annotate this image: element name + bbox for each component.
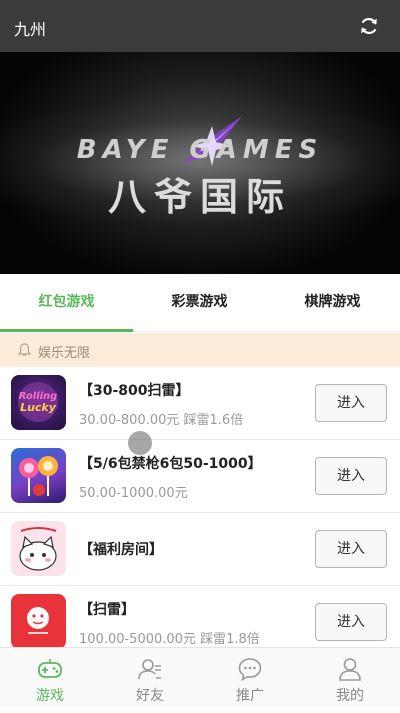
nav-promote[interactable]: 推广: [200, 648, 300, 708]
refresh-icon[interactable]: [358, 15, 380, 37]
game-name: 【福利房间】: [79, 542, 163, 558]
nav-mine[interactable]: 我的: [300, 648, 400, 708]
category-tabs: 红包游戏 彩票游戏 棋牌游戏: [0, 274, 400, 332]
active-tab-indicator: [0, 329, 133, 332]
lucky-game-thumbnail: Rolling Lucky: [11, 375, 66, 430]
touch-indicator: [128, 431, 152, 455]
enter-button[interactable]: 进入: [315, 457, 387, 495]
red-minesweeper-thumbnail: [11, 594, 66, 649]
app-title: 九州: [14, 20, 47, 39]
bottom-nav: 游戏 好友 推广 我的: [0, 647, 400, 707]
nav-label: 好友: [136, 688, 164, 704]
game-stake-range: 50.00-1000.00元: [79, 486, 188, 501]
chat-bubble-icon: [238, 658, 262, 682]
list-item: Rolling Lucky 【30-800扫雷】 30.00-800.00元 踩…: [0, 367, 400, 440]
user-icon: [339, 658, 361, 681]
banner-logo-chinese: 八爷国际: [107, 174, 292, 219]
svg-text:Lucky: Lucky: [20, 401, 57, 414]
nav-label: 推广: [236, 688, 264, 704]
game-list: Rolling Lucky 【30-800扫雷】 30.00-800.00元 踩…: [0, 367, 400, 659]
promo-banner[interactable]: BAYE GAMES 八爷国际: [0, 52, 400, 274]
list-item: 【5/6包禁枪6包50-1000】 50.00-1000.00元 进入: [0, 440, 400, 513]
nav-friends[interactable]: 好友: [100, 648, 200, 708]
enter-button[interactable]: 进入: [315, 530, 387, 568]
candy-game-thumbnail: [11, 448, 66, 503]
enter-button[interactable]: 进入: [315, 603, 387, 641]
nav-label: 我的: [336, 688, 364, 704]
notice-bar: 娱乐无限: [0, 333, 400, 367]
tab-lottery-games[interactable]: 彩票游戏: [133, 274, 266, 332]
game-stake-range: 100.00-5000.00元 踩雷1.8倍: [79, 632, 260, 647]
nav-games[interactable]: 游戏: [0, 648, 100, 708]
gamepad-icon: [38, 659, 62, 678]
nav-label: 游戏: [36, 688, 64, 704]
enter-button[interactable]: 进入: [315, 384, 387, 422]
game-stake-range: 30.00-800.00元 踩雷1.6倍: [79, 413, 244, 428]
bell-icon: [18, 343, 31, 356]
game-name: 【30-800扫雷】: [79, 383, 190, 399]
banner-logo-english: BAYE GAMES: [76, 135, 324, 165]
list-item: 【福利房间】 进入: [0, 513, 400, 586]
notice-text: 娱乐无限: [38, 346, 91, 361]
game-name: 【5/6包禁枪6包50-1000】: [79, 456, 262, 472]
tab-card-games[interactable]: 棋牌游戏: [266, 274, 399, 332]
cat-welfare-thumbnail: [11, 521, 66, 576]
top-bar: 九州: [0, 0, 400, 52]
friends-icon: [138, 659, 161, 680]
game-name: 【扫雷】: [79, 602, 135, 618]
tab-red-packet-games[interactable]: 红包游戏: [0, 274, 133, 332]
